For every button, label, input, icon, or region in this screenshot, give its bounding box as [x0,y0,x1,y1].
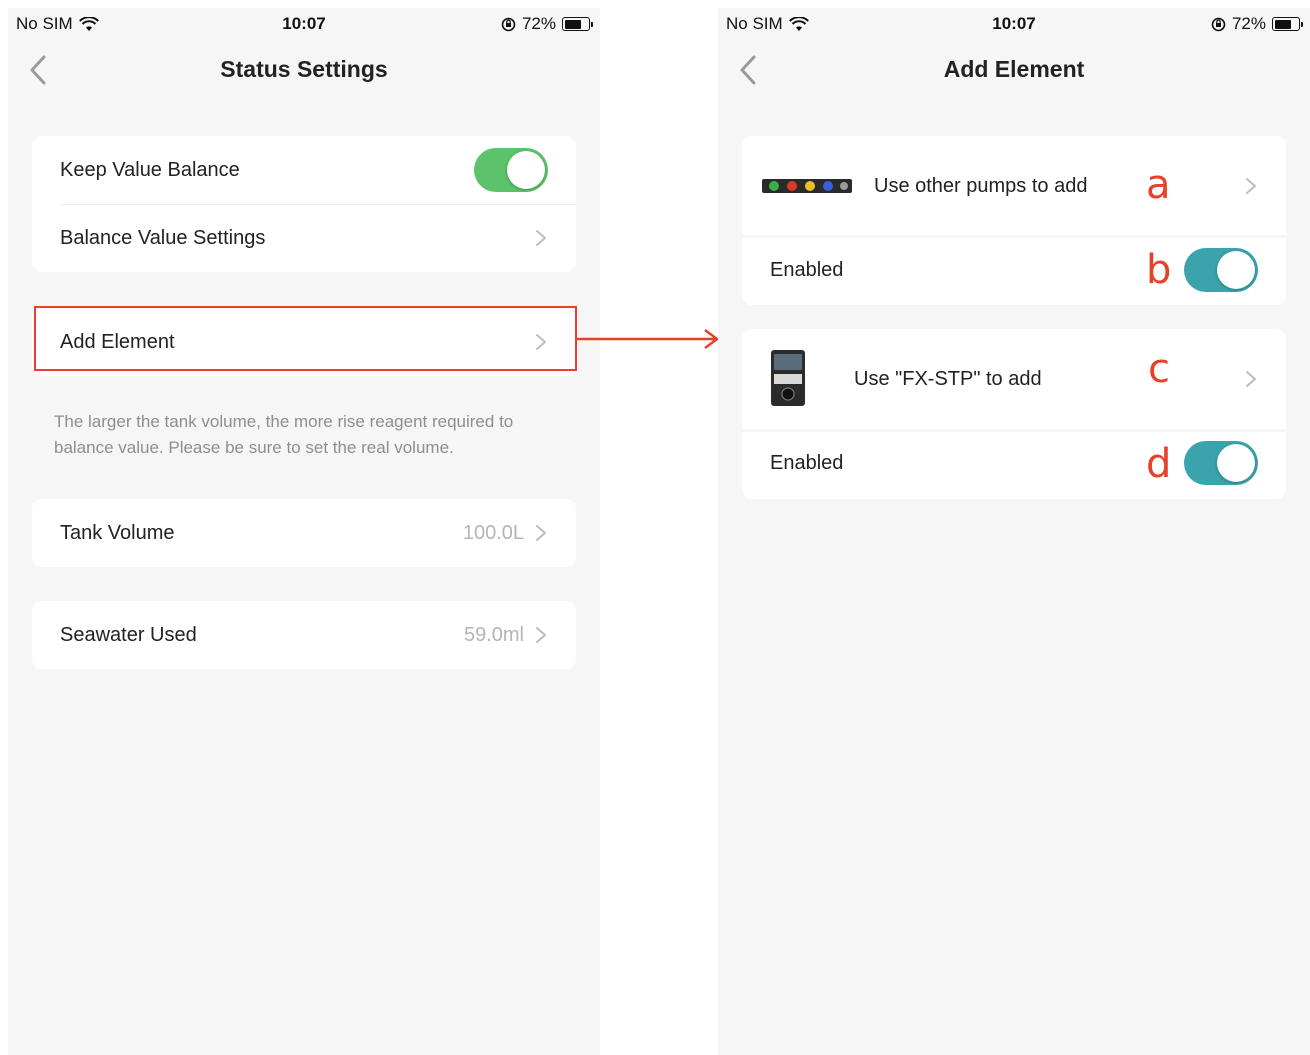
card-divider [742,429,1286,432]
use-other-pumps-row[interactable]: Use other pumps to add [742,136,1286,236]
nav-bar: Add Element [718,40,1310,100]
chevron-right-icon [536,230,546,246]
annotation-marker-a: a [1146,162,1171,208]
tank-volume-label: Tank Volume [60,521,175,544]
chevron-right-icon [1246,178,1256,194]
keep-value-balance-toggle[interactable] [474,148,548,192]
toggle-knob [507,151,545,189]
annotation-marker-b: b [1146,247,1172,293]
use-other-pumps-label: Use other pumps to add [874,174,1088,197]
battery-percent: 72% [1231,14,1266,33]
battery-percent: 72% [521,14,556,33]
tank-volume-hint: The larger the tank volume, the more ris… [54,412,514,457]
toggle-knob [1217,444,1255,482]
seawater-used-card: Seawater Used 59.0ml [32,601,576,669]
status-bar: No SIM 10:07 72% [718,8,1310,40]
tank-volume-card: Tank Volume 100.0L [32,499,576,567]
status-bar-right: 72% [501,14,593,34]
card-divider [742,235,1286,238]
page-title: Status Settings [220,56,388,82]
seawater-used-label: Seawater Used [60,623,197,646]
battery-icon [1272,17,1303,31]
pumps-thumbnail-icon [762,179,852,193]
enabled-label-b: Enabled [770,258,844,281]
keep-value-balance-label: Keep Value Balance [60,158,240,181]
tank-volume-value: 100.0L [462,521,524,544]
chevron-right-icon [536,627,546,643]
chevron-right-icon [1246,371,1256,387]
add-element-label: Add Element [60,330,175,353]
add-element-row[interactable]: Add Element [32,308,576,376]
navigation-arrow-icon [577,329,719,349]
orientation-lock-icon [501,17,516,31]
status-settings-screen: No SIM 10:07 72% Status Settings Keep Va… [8,8,600,1055]
status-bar-right: 72% [1211,14,1303,34]
use-fx-stp-row[interactable]: Use "FX-STP" to add [742,329,1286,429]
seawater-used-value: 59.0ml [463,623,524,646]
seawater-used-row[interactable]: Seawater Used 59.0ml [32,601,576,669]
annotation-marker-d: d [1146,441,1172,487]
page-title: Add Element [943,56,1085,82]
enabled-label-d: Enabled [770,451,844,474]
status-bar: No SIM 10:07 72% [8,8,600,40]
other-pumps-card: Use other pumps to add Enabled [742,136,1286,305]
add-element-card: Add Element [32,308,576,376]
battery-level [1274,19,1292,29]
nav-bar: Status Settings [8,40,600,100]
enabled-toggle-d[interactable] [1184,441,1258,485]
keep-value-balance-row: Keep Value Balance [32,136,576,204]
battery-icon [562,17,593,31]
battery-level [564,19,582,29]
enabled-toggle-b[interactable] [1184,248,1258,292]
add-element-screen: No SIM 10:07 72% Add Element Use other p… [718,8,1310,1055]
chevron-right-icon [536,334,546,350]
enabled-row-d: Enabled [742,429,1286,497]
enabled-row-b: Enabled [742,236,1286,304]
balance-card: Keep Value Balance Balance Value Setting… [32,136,576,272]
chevron-right-icon [536,525,546,541]
use-fx-stp-label: Use "FX-STP" to add [854,367,1042,390]
annotation-marker-c: c [1148,346,1170,392]
balance-value-settings-row[interactable]: Balance Value Settings [32,204,576,272]
fx-stp-device-icon [771,350,805,406]
fx-stp-card: Use "FX-STP" to add Enabled [742,329,1286,499]
tank-volume-row[interactable]: Tank Volume 100.0L [32,499,576,567]
balance-value-settings-label: Balance Value Settings [60,226,266,249]
toggle-knob [1217,251,1255,289]
orientation-lock-icon [1211,17,1226,31]
